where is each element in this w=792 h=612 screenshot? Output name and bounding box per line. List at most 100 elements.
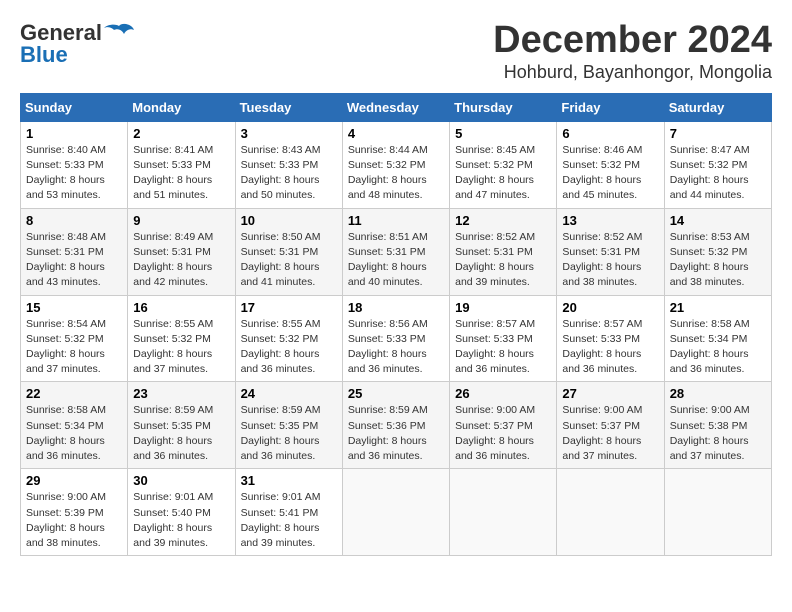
day-info: Sunrise: 9:00 AMSunset: 5:39 PMDaylight:…	[26, 491, 106, 549]
day-number: 1	[26, 126, 122, 141]
day-info: Sunrise: 8:50 AMSunset: 5:31 PMDaylight:…	[241, 231, 321, 289]
logo-blue-text: Blue	[20, 42, 68, 68]
day-number: 22	[26, 386, 122, 401]
calendar-cell: 21 Sunrise: 8:58 AMSunset: 5:34 PMDaylig…	[664, 295, 771, 382]
weekday-header-tuesday: Tuesday	[235, 93, 342, 121]
weekday-header-thursday: Thursday	[450, 93, 557, 121]
day-number: 14	[670, 213, 766, 228]
day-number: 28	[670, 386, 766, 401]
day-info: Sunrise: 8:58 AMSunset: 5:34 PMDaylight:…	[26, 404, 106, 462]
day-info: Sunrise: 8:56 AMSunset: 5:33 PMDaylight:…	[348, 318, 428, 376]
day-number: 30	[133, 473, 229, 488]
calendar-cell: 9 Sunrise: 8:49 AMSunset: 5:31 PMDayligh…	[128, 208, 235, 295]
title-block: December 2024 Hohburd, Bayanhongor, Mong…	[493, 20, 772, 83]
weekday-header-saturday: Saturday	[664, 93, 771, 121]
calendar-week-row: 15 Sunrise: 8:54 AMSunset: 5:32 PMDaylig…	[21, 295, 772, 382]
weekday-header-row: SundayMondayTuesdayWednesdayThursdayFrid…	[21, 93, 772, 121]
day-info: Sunrise: 8:55 AMSunset: 5:32 PMDaylight:…	[241, 318, 321, 376]
calendar-week-row: 8 Sunrise: 8:48 AMSunset: 5:31 PMDayligh…	[21, 208, 772, 295]
day-number: 24	[241, 386, 337, 401]
calendar-cell: 4 Sunrise: 8:44 AMSunset: 5:32 PMDayligh…	[342, 121, 449, 208]
calendar-cell: 8 Sunrise: 8:48 AMSunset: 5:31 PMDayligh…	[21, 208, 128, 295]
day-number: 11	[348, 213, 444, 228]
page-header: General Blue December 2024 Hohburd, Baya…	[20, 20, 772, 83]
calendar-cell: 19 Sunrise: 8:57 AMSunset: 5:33 PMDaylig…	[450, 295, 557, 382]
calendar-cell	[342, 469, 449, 556]
calendar-cell: 17 Sunrise: 8:55 AMSunset: 5:32 PMDaylig…	[235, 295, 342, 382]
calendar-cell: 23 Sunrise: 8:59 AMSunset: 5:35 PMDaylig…	[128, 382, 235, 469]
day-number: 7	[670, 126, 766, 141]
calendar-cell: 12 Sunrise: 8:52 AMSunset: 5:31 PMDaylig…	[450, 208, 557, 295]
day-info: Sunrise: 9:00 AMSunset: 5:37 PMDaylight:…	[562, 404, 642, 462]
logo: General Blue	[20, 20, 134, 68]
day-number: 20	[562, 300, 658, 315]
day-info: Sunrise: 8:55 AMSunset: 5:32 PMDaylight:…	[133, 318, 213, 376]
calendar-cell: 27 Sunrise: 9:00 AMSunset: 5:37 PMDaylig…	[557, 382, 664, 469]
day-info: Sunrise: 8:48 AMSunset: 5:31 PMDaylight:…	[26, 231, 106, 289]
day-info: Sunrise: 8:40 AMSunset: 5:33 PMDaylight:…	[26, 144, 106, 202]
calendar-cell	[557, 469, 664, 556]
day-number: 25	[348, 386, 444, 401]
day-number: 16	[133, 300, 229, 315]
calendar-cell: 26 Sunrise: 9:00 AMSunset: 5:37 PMDaylig…	[450, 382, 557, 469]
calendar-cell: 28 Sunrise: 9:00 AMSunset: 5:38 PMDaylig…	[664, 382, 771, 469]
day-info: Sunrise: 8:52 AMSunset: 5:31 PMDaylight:…	[562, 231, 642, 289]
day-info: Sunrise: 8:52 AMSunset: 5:31 PMDaylight:…	[455, 231, 535, 289]
weekday-header-friday: Friday	[557, 93, 664, 121]
day-number: 8	[26, 213, 122, 228]
day-number: 5	[455, 126, 551, 141]
calendar-table: SundayMondayTuesdayWednesdayThursdayFrid…	[20, 93, 772, 556]
calendar-cell: 5 Sunrise: 8:45 AMSunset: 5:32 PMDayligh…	[450, 121, 557, 208]
day-number: 18	[348, 300, 444, 315]
calendar-cell: 15 Sunrise: 8:54 AMSunset: 5:32 PMDaylig…	[21, 295, 128, 382]
calendar-cell: 2 Sunrise: 8:41 AMSunset: 5:33 PMDayligh…	[128, 121, 235, 208]
location-subtitle: Hohburd, Bayanhongor, Mongolia	[493, 62, 772, 83]
calendar-week-row: 29 Sunrise: 9:00 AMSunset: 5:39 PMDaylig…	[21, 469, 772, 556]
logo-bird-icon	[104, 22, 134, 44]
day-number: 27	[562, 386, 658, 401]
calendar-cell: 24 Sunrise: 8:59 AMSunset: 5:35 PMDaylig…	[235, 382, 342, 469]
day-number: 15	[26, 300, 122, 315]
calendar-week-row: 1 Sunrise: 8:40 AMSunset: 5:33 PMDayligh…	[21, 121, 772, 208]
calendar-cell: 11 Sunrise: 8:51 AMSunset: 5:31 PMDaylig…	[342, 208, 449, 295]
day-info: Sunrise: 9:00 AMSunset: 5:38 PMDaylight:…	[670, 404, 750, 462]
day-info: Sunrise: 8:51 AMSunset: 5:31 PMDaylight:…	[348, 231, 428, 289]
day-info: Sunrise: 8:54 AMSunset: 5:32 PMDaylight:…	[26, 318, 106, 376]
calendar-cell: 29 Sunrise: 9:00 AMSunset: 5:39 PMDaylig…	[21, 469, 128, 556]
calendar-cell: 18 Sunrise: 8:56 AMSunset: 5:33 PMDaylig…	[342, 295, 449, 382]
day-number: 13	[562, 213, 658, 228]
calendar-cell: 22 Sunrise: 8:58 AMSunset: 5:34 PMDaylig…	[21, 382, 128, 469]
calendar-cell: 16 Sunrise: 8:55 AMSunset: 5:32 PMDaylig…	[128, 295, 235, 382]
day-info: Sunrise: 8:59 AMSunset: 5:35 PMDaylight:…	[133, 404, 213, 462]
calendar-cell: 10 Sunrise: 8:50 AMSunset: 5:31 PMDaylig…	[235, 208, 342, 295]
calendar-cell: 30 Sunrise: 9:01 AMSunset: 5:40 PMDaylig…	[128, 469, 235, 556]
calendar-cell: 6 Sunrise: 8:46 AMSunset: 5:32 PMDayligh…	[557, 121, 664, 208]
day-number: 6	[562, 126, 658, 141]
calendar-cell	[664, 469, 771, 556]
day-info: Sunrise: 8:45 AMSunset: 5:32 PMDaylight:…	[455, 144, 535, 202]
month-title: December 2024	[493, 20, 772, 62]
day-info: Sunrise: 8:49 AMSunset: 5:31 PMDaylight:…	[133, 231, 213, 289]
day-number: 4	[348, 126, 444, 141]
day-number: 10	[241, 213, 337, 228]
day-info: Sunrise: 8:41 AMSunset: 5:33 PMDaylight:…	[133, 144, 213, 202]
day-info: Sunrise: 8:47 AMSunset: 5:32 PMDaylight:…	[670, 144, 750, 202]
day-info: Sunrise: 8:57 AMSunset: 5:33 PMDaylight:…	[562, 318, 642, 376]
day-number: 19	[455, 300, 551, 315]
day-number: 21	[670, 300, 766, 315]
day-info: Sunrise: 9:01 AMSunset: 5:40 PMDaylight:…	[133, 491, 213, 549]
day-info: Sunrise: 8:59 AMSunset: 5:36 PMDaylight:…	[348, 404, 428, 462]
weekday-header-monday: Monday	[128, 93, 235, 121]
calendar-cell: 7 Sunrise: 8:47 AMSunset: 5:32 PMDayligh…	[664, 121, 771, 208]
calendar-cell	[450, 469, 557, 556]
day-number: 9	[133, 213, 229, 228]
day-info: Sunrise: 8:43 AMSunset: 5:33 PMDaylight:…	[241, 144, 321, 202]
day-number: 3	[241, 126, 337, 141]
calendar-cell: 13 Sunrise: 8:52 AMSunset: 5:31 PMDaylig…	[557, 208, 664, 295]
day-number: 12	[455, 213, 551, 228]
day-info: Sunrise: 8:44 AMSunset: 5:32 PMDaylight:…	[348, 144, 428, 202]
calendar-cell: 31 Sunrise: 9:01 AMSunset: 5:41 PMDaylig…	[235, 469, 342, 556]
day-info: Sunrise: 9:00 AMSunset: 5:37 PMDaylight:…	[455, 404, 535, 462]
calendar-cell: 20 Sunrise: 8:57 AMSunset: 5:33 PMDaylig…	[557, 295, 664, 382]
weekday-header-wednesday: Wednesday	[342, 93, 449, 121]
